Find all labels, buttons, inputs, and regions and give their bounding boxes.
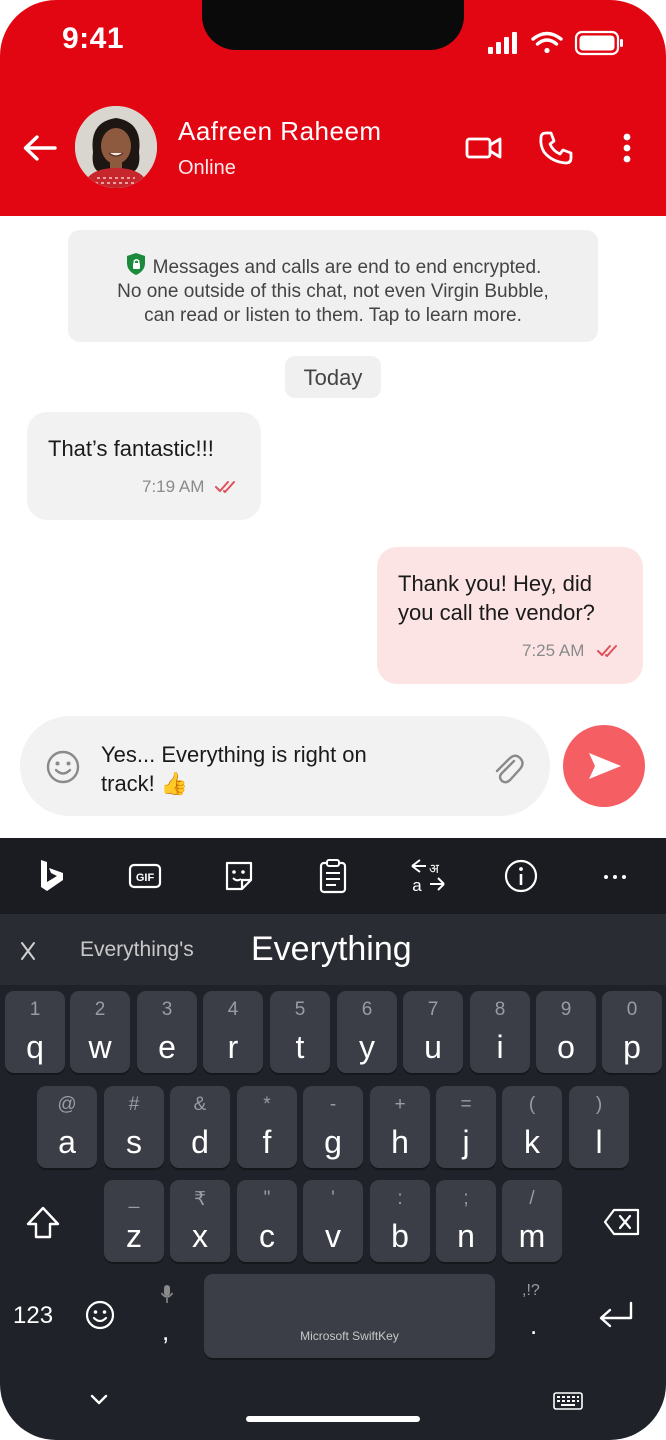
- signal-icon: [488, 32, 517, 54]
- battery-icon: [574, 30, 623, 56]
- read-receipt-icon: [215, 481, 235, 493]
- spacebar-label: Microsoft SwiftKey: [300, 1329, 399, 1343]
- period-hint: ,!?: [522, 1282, 540, 1299]
- svg-text:GIF: GIF: [136, 872, 155, 884]
- key-k[interactable]: (k: [502, 1086, 562, 1168]
- spacebar[interactable]: Microsoft SwiftKey: [204, 1274, 495, 1358]
- home-indicator[interactable]: [246, 1416, 420, 1422]
- key-q[interactable]: 1q: [5, 991, 65, 1073]
- key-w[interactable]: 2w: [70, 991, 130, 1073]
- back-arrow-icon[interactable]: [22, 132, 58, 164]
- video-call-icon[interactable]: [465, 130, 503, 166]
- date-divider: Today: [285, 356, 381, 398]
- key-o[interactable]: 9o: [536, 991, 596, 1073]
- suggestion-bar: Everything's Everything: [0, 915, 666, 985]
- message-text-line1: Thank you! Hey, did: [398, 571, 593, 596]
- key-t[interactable]: 5t: [270, 991, 330, 1073]
- key-z[interactable]: _ z: [104, 1180, 164, 1262]
- avatar-photo: [75, 106, 157, 188]
- read-receipt-icon: [597, 645, 617, 657]
- key-f[interactable]: * f: [237, 1086, 297, 1168]
- key-b[interactable]: :b: [370, 1180, 430, 1262]
- key-r[interactable]: 4r: [203, 991, 263, 1073]
- hide-keyboard-icon[interactable]: [89, 1393, 109, 1407]
- microphone-icon: [160, 1285, 174, 1303]
- key-a[interactable]: @ a: [37, 1086, 97, 1168]
- more-options-icon[interactable]: [618, 130, 636, 166]
- status-time: 9:41: [62, 22, 125, 55]
- bing-icon[interactable]: [36, 858, 68, 894]
- emoji-icon[interactable]: [46, 750, 80, 784]
- keyboard-emoji-icon[interactable]: [85, 1300, 115, 1330]
- backspace-icon[interactable]: [603, 1208, 641, 1236]
- comma-key[interactable]: ,: [150, 1280, 184, 1350]
- message-text: That’s fantastic!!!: [48, 436, 214, 461]
- key-c[interactable]: " c: [237, 1180, 297, 1262]
- key-h[interactable]: + h: [370, 1086, 430, 1168]
- contact-status: Online: [178, 157, 236, 179]
- encryption-notice-text-1: Messages and calls are end to end encryp…: [152, 257, 542, 278]
- incoming-message[interactable]: That’s fantastic!!! 7:19 AM: [27, 412, 261, 520]
- keyboard-switch-icon[interactable]: [553, 1392, 583, 1410]
- period-key[interactable]: ,!? .: [514, 1280, 554, 1350]
- key-g[interactable]: -g: [303, 1086, 363, 1168]
- comma-label: ,: [162, 1316, 170, 1346]
- chat-screen: 9:41 Aafreen Raheem Online Messages and …: [0, 0, 666, 1440]
- svg-text:अ: अ: [429, 862, 440, 877]
- phone-call-icon[interactable]: [538, 130, 574, 166]
- lock-shield-icon: [126, 253, 145, 275]
- wifi-icon: [531, 31, 563, 54]
- close-suggestions-icon[interactable]: [19, 940, 37, 962]
- translate-icon[interactable]: अ a: [410, 858, 446, 894]
- key-p[interactable]: 0p: [602, 991, 662, 1073]
- contact-avatar[interactable]: [75, 106, 157, 188]
- numbers-key[interactable]: 123: [13, 1302, 53, 1330]
- gif-icon[interactable]: GIF: [128, 858, 162, 894]
- message-time: 7:19 AM: [142, 477, 205, 496]
- outgoing-message[interactable]: Thank you! Hey, did you call the vendor?…: [377, 547, 643, 684]
- key-l[interactable]: ) l: [569, 1086, 629, 1168]
- key-n[interactable]: ; n: [436, 1180, 496, 1262]
- shift-icon[interactable]: [25, 1205, 61, 1241]
- message-composer[interactable]: Yes... Everything is right on track! 👍: [20, 716, 550, 816]
- key-j[interactable]: = j: [436, 1086, 496, 1168]
- status-icons: [488, 30, 623, 56]
- key-e[interactable]: 3e: [137, 991, 197, 1073]
- suggestion-primary[interactable]: Everything: [251, 930, 412, 969]
- key-s[interactable]: # s: [104, 1086, 164, 1168]
- info-icon[interactable]: [504, 858, 538, 894]
- enter-icon[interactable]: [597, 1300, 635, 1330]
- key-v[interactable]: ' v: [303, 1180, 363, 1262]
- send-button[interactable]: [563, 725, 645, 807]
- key-i[interactable]: 8i: [470, 991, 530, 1073]
- svg-text:a: a: [412, 876, 422, 894]
- chat-header: 9:41 Aafreen Raheem Online: [0, 0, 666, 216]
- contact-name[interactable]: Aafreen Raheem: [178, 116, 382, 147]
- period-label: .: [530, 1310, 538, 1340]
- more-icon[interactable]: [603, 858, 627, 894]
- clipboard-icon[interactable]: [318, 858, 348, 894]
- encryption-notice-line2: No one outside of this chat, not even Vi…: [117, 281, 549, 302]
- key-m[interactable]: / m: [502, 1180, 562, 1262]
- send-icon: [589, 753, 621, 779]
- attachment-icon[interactable]: [490, 749, 524, 785]
- device-notch: [202, 0, 464, 50]
- message-time: 7:25 AM: [522, 641, 585, 660]
- sticker-icon[interactable]: [222, 858, 256, 894]
- key-d[interactable]: & d: [170, 1086, 230, 1168]
- keyboard-toolbar: GIF अ a: [0, 838, 666, 915]
- encryption-notice-line1: Messages and calls are end to end encryp…: [68, 252, 598, 280]
- key-y[interactable]: 6y: [337, 991, 397, 1073]
- encryption-notice[interactable]: Messages and calls are end to end encryp…: [68, 230, 598, 342]
- key-x[interactable]: ₹ x: [170, 1180, 230, 1262]
- message-input[interactable]: Yes... Everything is right on track! 👍: [101, 740, 431, 798]
- encryption-notice-line3: can read or listen to them. Tap to learn…: [144, 305, 522, 326]
- message-input-line2: track! 👍: [101, 771, 189, 796]
- message-text-line2: you call the vendor?: [398, 600, 595, 625]
- suggestion-secondary[interactable]: Everything's: [80, 938, 194, 962]
- message-input-line1: Yes... Everything is right on: [101, 742, 367, 767]
- key-u[interactable]: 7u: [403, 991, 463, 1073]
